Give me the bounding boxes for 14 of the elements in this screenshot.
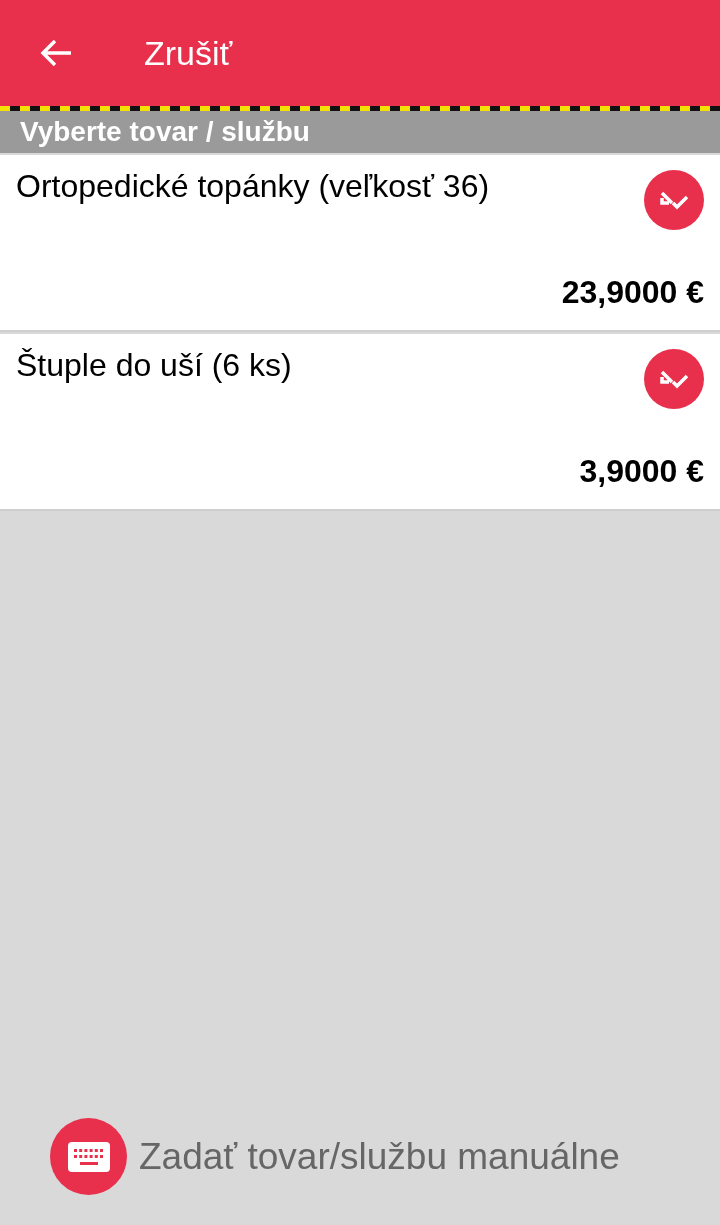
arrow-check-icon — [659, 369, 689, 389]
back-arrow-icon — [39, 38, 73, 68]
product-item[interactable]: Štuple do uší (6 ks) 3,9000 € — [0, 334, 720, 511]
section-title: Vyberte tovar / službu — [20, 115, 310, 149]
select-button[interactable] — [644, 349, 704, 409]
toolbar-title: Zrušiť — [144, 32, 233, 74]
select-button[interactable] — [644, 170, 704, 230]
product-item[interactable]: Ortopedické topánky (veľkosť 36) 23,9000 € — [0, 155, 720, 332]
arrow-check-icon — [659, 190, 689, 210]
product-price: 3,9000 € — [579, 452, 704, 491]
manual-entry-button[interactable]: Zadať tovar/službu manuálne — [50, 1118, 620, 1195]
product-name: Ortopedické topánky (veľkosť 36) — [16, 167, 491, 206]
product-name: Štuple do uší (6 ks) — [16, 346, 293, 385]
product-price: 23,9000 € — [561, 273, 704, 312]
